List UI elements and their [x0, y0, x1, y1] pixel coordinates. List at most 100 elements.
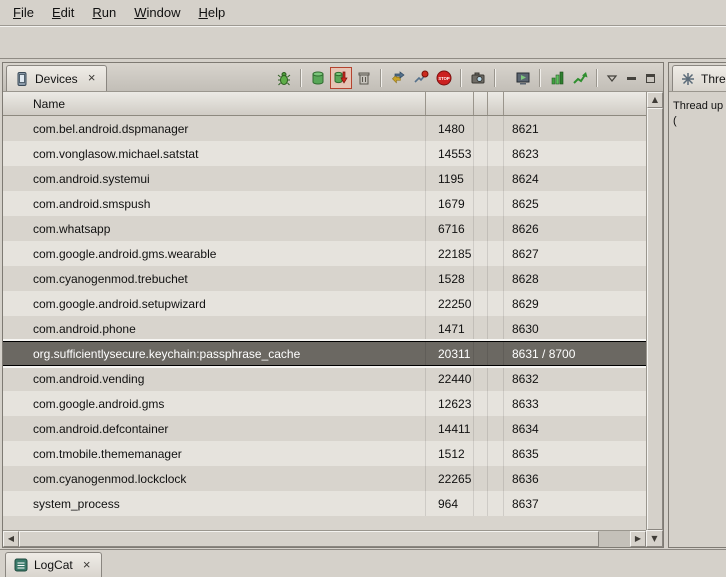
vertical-scrollbar[interactable]: ▲: [646, 92, 663, 530]
column-header-a[interactable]: [474, 92, 488, 115]
cell-empty: [474, 141, 488, 166]
threads-message-line1: Thread up: [673, 99, 726, 114]
menu-item-label: Window: [134, 5, 180, 20]
cell-empty: [488, 466, 504, 491]
scroll-right-icon[interactable]: ▶: [630, 531, 646, 547]
table-row[interactable]: system_process 964 8637: [3, 491, 646, 516]
process-name: com.android.systemui: [3, 166, 426, 191]
cause-gc-icon[interactable]: [353, 67, 375, 89]
dump-hprof-icon[interactable]: [330, 67, 352, 89]
process-pid: 1471: [426, 316, 474, 341]
close-icon[interactable]: ×: [85, 71, 99, 86]
device-rows: com.bel.android.dspmanager 1480 8621 com…: [3, 116, 646, 530]
tab-threads[interactable]: Threads: [672, 65, 726, 91]
scroll-left-icon[interactable]: ◀: [3, 531, 19, 547]
menu-item[interactable]: Window: [125, 0, 189, 25]
tab-logcat[interactable]: LogCat ×: [5, 552, 102, 577]
debug-process-icon[interactable]: [273, 67, 295, 89]
menu-item-label: Help: [198, 5, 225, 20]
menu-item[interactable]: Edit: [43, 0, 83, 25]
table-row[interactable]: com.android.smspush 1679 8625: [3, 191, 646, 216]
table-row[interactable]: com.cyanogenmod.trebuchet 1528 8628: [3, 266, 646, 291]
table-row[interactable]: com.cyanogenmod.lockclock 22265 8636: [3, 466, 646, 491]
process-name: com.vonglasow.michael.satstat: [3, 141, 426, 166]
stop-process-icon[interactable]: STOP: [433, 67, 455, 89]
process-pid: 1679: [426, 191, 474, 216]
column-header-name[interactable]: Name: [3, 92, 426, 115]
close-icon[interactable]: ×: [80, 558, 94, 573]
process-port: 8629: [504, 291, 646, 316]
menu-item[interactable]: File: [4, 0, 43, 25]
process-port: 8632: [504, 366, 646, 391]
cell-empty: [474, 166, 488, 191]
table-row[interactable]: com.android.phone 1471 8630: [3, 316, 646, 341]
process-port: 8628: [504, 266, 646, 291]
maximize-icon[interactable]: [641, 69, 659, 87]
update-threads-icon[interactable]: [387, 67, 409, 89]
minimize-icon[interactable]: [622, 69, 640, 87]
process-pid: 14553: [426, 141, 474, 166]
tab-devices[interactable]: Devices ×: [6, 65, 107, 91]
threads-message-line2: (: [673, 114, 726, 129]
menu-item[interactable]: Run: [83, 0, 125, 25]
cell-empty: [488, 441, 504, 466]
process-port: 8625: [504, 191, 646, 216]
devices-panel: Devices ×: [2, 62, 664, 548]
table-header: Name: [3, 92, 646, 116]
method-profiling-icon[interactable]: [410, 67, 432, 89]
menu-item[interactable]: Help: [189, 0, 234, 25]
table-row[interactable]: com.google.android.setupwizard 22250 862…: [3, 291, 646, 316]
logcat-strip: LogCat ×: [0, 549, 726, 577]
cell-empty: [474, 391, 488, 416]
view-menu-icon[interactable]: [603, 69, 621, 87]
table-row[interactable]: com.google.android.gms 12623 8633: [3, 391, 646, 416]
process-name: com.android.vending: [3, 366, 426, 391]
column-header-b[interactable]: [488, 92, 504, 115]
table-row[interactable]: com.android.systemui 1195 8624: [3, 166, 646, 191]
column-header-pid[interactable]: [426, 92, 474, 115]
process-port: 8635: [504, 441, 646, 466]
process-port: 8630: [504, 316, 646, 341]
horizontal-scrollbar[interactable]: ◀ ▶: [3, 530, 646, 547]
cell-empty: [488, 166, 504, 191]
network-stats-icon[interactable]: [569, 67, 591, 89]
update-heap-icon[interactable]: [307, 67, 329, 89]
vertical-scroll-thumb[interactable]: [647, 108, 663, 530]
cell-empty: [474, 342, 488, 365]
horizontal-scroll-track[interactable]: [19, 531, 630, 547]
table-row[interactable]: com.google.android.gms.wearable 22185 86…: [3, 241, 646, 266]
scroll-down-icon[interactable]: ▼: [646, 530, 663, 547]
table-row[interactable]: com.android.vending 22440 8632: [3, 366, 646, 391]
process-pid: 22265: [426, 466, 474, 491]
stats-chart-icon[interactable]: [546, 67, 568, 89]
process-pid: 14411: [426, 416, 474, 441]
screen-record-icon[interactable]: [512, 67, 534, 89]
table-row[interactable]: com.whatsapp 6716 8626: [3, 216, 646, 241]
cell-empty: [488, 491, 504, 516]
process-pid: 22250: [426, 291, 474, 316]
cell-empty: [488, 141, 504, 166]
table-row[interactable]: com.android.defcontainer 14411 8634: [3, 416, 646, 441]
devices-toolbar: STOP: [273, 67, 659, 89]
table-row[interactable]: com.vonglasow.michael.satstat 14553 8623: [3, 141, 646, 166]
process-port: 8636: [504, 466, 646, 491]
horizontal-scroll-thumb[interactable]: [19, 531, 599, 547]
process-port: 8627: [504, 241, 646, 266]
toolbar-separator: [460, 69, 462, 87]
toolbar-separator: [380, 69, 382, 87]
cell-empty: [488, 416, 504, 441]
cell-empty: [488, 391, 504, 416]
process-name: org.sufficientlysecure.keychain:passphra…: [3, 342, 426, 365]
table-row[interactable]: com.bel.android.dspmanager 1480 8621: [3, 116, 646, 141]
logcat-icon: [13, 557, 29, 573]
scroll-up-icon[interactable]: ▲: [647, 92, 663, 108]
main-toolbar: [0, 26, 726, 59]
column-header-port[interactable]: [504, 92, 646, 115]
cell-empty: [474, 291, 488, 316]
screen-capture-icon[interactable]: [467, 67, 489, 89]
toolbar-separator: [596, 69, 598, 87]
table-row[interactable]: com.tmobile.thememanager 1512 8635: [3, 441, 646, 466]
table-row[interactable]: org.sufficientlysecure.keychain:passphra…: [3, 341, 646, 366]
threads-icon: [680, 71, 696, 87]
cell-empty: [474, 116, 488, 141]
